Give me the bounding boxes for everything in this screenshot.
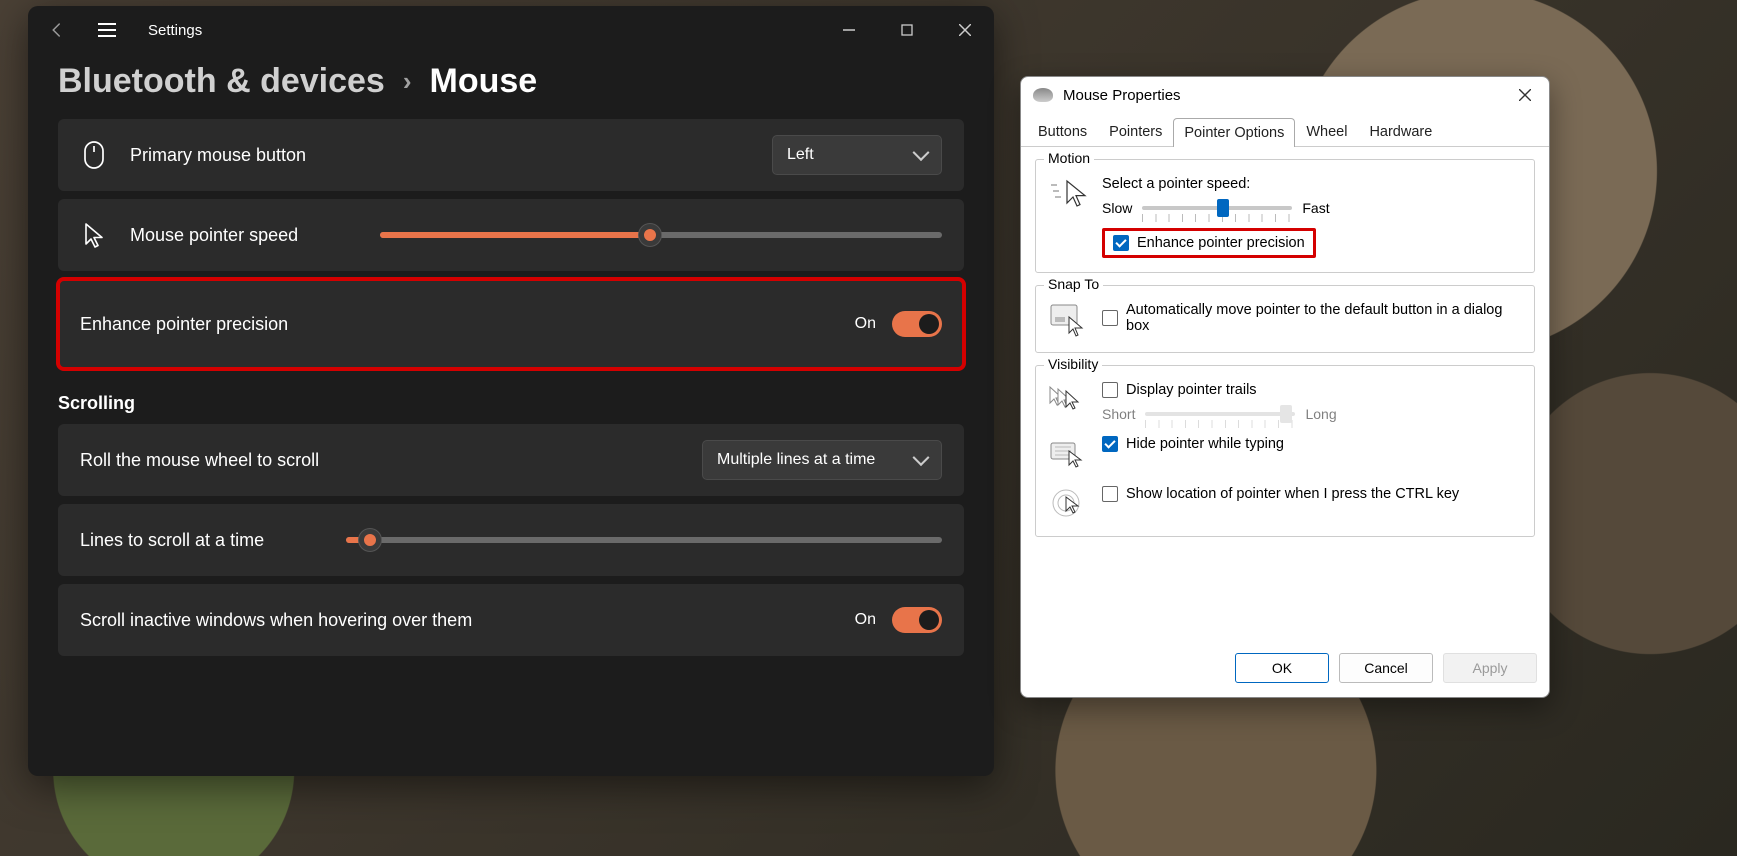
snapto-cb-label: Automatically move pointer to the defaul… [1126,302,1522,334]
dialog-close-button[interactable] [1505,78,1545,112]
scrolling-heading: Scrolling [28,369,994,424]
menu-button[interactable] [96,19,118,41]
roll-wheel-dropdown[interactable]: Multiple lines at a time [702,440,942,480]
hamburger-icon [98,23,116,37]
tab-pointers[interactable]: Pointers [1098,117,1173,146]
short-label: Short [1102,406,1135,422]
cursor-icon [80,221,108,249]
breadcrumb: Bluetooth & devices › Mouse [28,54,994,119]
checkbox-icon [1113,235,1129,251]
trails-checkbox[interactable]: Display pointer trails [1102,382,1522,398]
close-icon [1519,89,1531,101]
settings-window: Settings Bluetooth & devices › Mouse Pri… [28,6,994,776]
trails-cb-label: Display pointer trails [1126,382,1257,398]
visibility-legend: Visibility [1044,356,1102,372]
checkbox-icon [1102,436,1118,452]
hide-typing-icon [1048,436,1088,472]
mouse-properties-window: Mouse Properties Buttons Pointers Pointe… [1020,76,1550,698]
snapto-icon [1048,302,1088,338]
mouse-icon [80,141,108,169]
tab-wheel[interactable]: Wheel [1295,117,1358,146]
breadcrumb-current: Mouse [430,62,538,101]
pointer-speed-slider[interactable] [380,232,942,238]
app-title: Settings [148,22,202,39]
visibility-group: Visibility Display pointer trails Short … [1035,365,1535,537]
trails-icon [1048,382,1088,418]
trails-slider: Short Long [1102,406,1522,422]
snapto-checkbox[interactable]: Automatically move pointer to the defaul… [1102,302,1522,334]
maximize-button[interactable] [878,6,936,54]
roll-wheel-row: Roll the mouse wheel to scroll Multiple … [58,424,964,496]
snapto-legend: Snap To [1044,276,1103,292]
pointer-speed-slider-classic[interactable]: Slow Fast [1102,200,1522,216]
long-label: Long [1305,406,1336,422]
checkbox-icon [1102,486,1118,502]
maximize-icon [901,24,913,36]
minimize-button[interactable] [820,6,878,54]
tab-buttons[interactable]: Buttons [1027,117,1098,146]
enhance-precision-checkbox[interactable]: Enhance pointer precision [1113,235,1305,251]
fast-label: Fast [1302,200,1329,216]
enhance-precision-toggle[interactable] [892,311,942,337]
lines-scroll-label: Lines to scroll at a time [80,530,264,551]
close-icon [959,24,971,36]
arrow-left-icon [48,21,66,39]
mouse-icon [1033,88,1053,102]
titlebar: Settings [28,6,994,54]
ctrl-locate-icon [1048,486,1088,522]
minimize-icon [843,24,855,36]
tab-hardware[interactable]: Hardware [1358,117,1443,146]
dialog-titlebar: Mouse Properties [1021,77,1549,113]
enhance-precision-row: Enhance pointer precision On [58,279,964,369]
apply-button[interactable]: Apply [1443,653,1537,683]
checkbox-icon [1102,382,1118,398]
dialog-button-row: OK Cancel Apply [1021,641,1549,697]
checkbox-icon [1102,310,1118,326]
snapto-group: Snap To Automatically move pointer to th… [1035,285,1535,353]
roll-wheel-value: Multiple lines at a time [717,451,875,469]
cancel-button[interactable]: Cancel [1339,653,1433,683]
slow-label: Slow [1102,200,1132,216]
scroll-inactive-row: Scroll inactive windows when hovering ov… [58,584,964,656]
primary-mouse-button-dropdown[interactable]: Left [772,135,942,175]
scroll-inactive-toggle[interactable] [892,607,942,633]
chevron-right-icon: › [403,66,412,97]
ctrl-locate-checkbox[interactable]: Show location of pointer when I press th… [1102,486,1522,502]
tab-pointer-options[interactable]: Pointer Options [1173,118,1295,147]
roll-wheel-label: Roll the mouse wheel to scroll [80,450,319,471]
ctrl-locate-cb-label: Show location of pointer when I press th… [1126,486,1459,502]
scroll-inactive-state: On [855,611,876,629]
enhance-precision-highlight: Enhance pointer precision [1102,228,1316,258]
dialog-title: Mouse Properties [1063,87,1505,104]
hide-typing-checkbox[interactable]: Hide pointer while typing [1102,436,1522,452]
dialog-tabs: Buttons Pointers Pointer Options Wheel H… [1021,113,1549,147]
enhance-precision-cb-label: Enhance pointer precision [1137,235,1305,251]
lines-scroll-slider[interactable] [346,537,942,543]
primary-mouse-button-value: Left [787,146,814,164]
ok-button[interactable]: OK [1235,653,1329,683]
back-button[interactable] [46,19,68,41]
primary-mouse-button-row: Primary mouse button Left [58,119,964,191]
pointer-speed-label: Mouse pointer speed [130,225,298,246]
enhance-precision-state: On [855,315,876,333]
pointer-speed-row: Mouse pointer speed [58,199,964,271]
scroll-inactive-label: Scroll inactive windows when hovering ov… [80,610,472,631]
close-button[interactable] [936,6,994,54]
motion-group: Motion Select a pointer speed: Slow Fast… [1035,159,1535,273]
pointer-speed-icon [1048,176,1088,212]
pointer-speed-text: Select a pointer speed: [1102,176,1522,192]
lines-scroll-row: Lines to scroll at a time [58,504,964,576]
enhance-precision-label: Enhance pointer precision [80,314,288,335]
primary-mouse-button-label: Primary mouse button [130,145,306,166]
breadcrumb-parent[interactable]: Bluetooth & devices [58,62,385,101]
hide-typing-cb-label: Hide pointer while typing [1126,436,1284,452]
motion-legend: Motion [1044,150,1094,166]
